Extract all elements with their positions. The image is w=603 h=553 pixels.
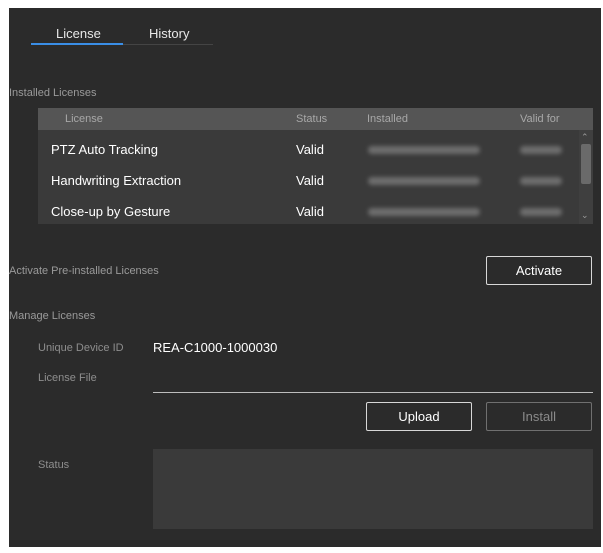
tab-divider bbox=[123, 44, 213, 45]
activate-section-title: Activate Pre-installed Licenses bbox=[9, 265, 159, 277]
activate-button[interactable]: Activate bbox=[486, 256, 592, 285]
column-header-installed: Installed bbox=[367, 113, 408, 125]
scroll-thumb[interactable] bbox=[581, 144, 591, 184]
license-name: Handwriting Extraction bbox=[51, 173, 182, 188]
table-row[interactable]: Handwriting Extraction Valid bbox=[38, 165, 579, 196]
table-scrollbar[interactable]: ⌃ ⌄ bbox=[579, 130, 593, 224]
device-id-value: REA-C1000-1000030 bbox=[153, 340, 278, 355]
status-output bbox=[153, 449, 593, 529]
license-panel: License History Installed Licenses Licen… bbox=[9, 8, 601, 547]
license-status: Valid bbox=[296, 204, 324, 219]
column-header-license: License bbox=[65, 113, 103, 125]
installed-licenses-title: Installed Licenses bbox=[9, 87, 97, 99]
status-label: Status bbox=[38, 459, 70, 471]
installed-date-redacted bbox=[368, 146, 480, 154]
installed-date-redacted bbox=[368, 177, 480, 185]
column-header-valid-for: Valid for bbox=[520, 113, 560, 125]
license-file-field[interactable] bbox=[153, 392, 593, 393]
install-button[interactable]: Install bbox=[486, 402, 592, 431]
installed-date-redacted bbox=[368, 208, 480, 216]
license-name: PTZ Auto Tracking bbox=[51, 142, 158, 157]
device-id-label: Unique Device ID bbox=[38, 342, 124, 354]
valid-for-redacted bbox=[520, 146, 562, 154]
valid-for-redacted bbox=[520, 177, 562, 185]
active-tab-indicator bbox=[31, 43, 123, 45]
license-file-label: License File bbox=[38, 372, 97, 384]
license-name: Close-up by Gesture bbox=[51, 204, 171, 219]
upload-button[interactable]: Upload bbox=[366, 402, 472, 431]
manage-licenses-title: Manage Licenses bbox=[9, 310, 96, 322]
license-status: Valid bbox=[296, 142, 324, 157]
table-header: License Status Installed Valid for bbox=[38, 108, 593, 130]
installed-licenses-table: License Status Installed Valid for PTZ A… bbox=[38, 108, 593, 224]
chevron-down-icon[interactable]: ⌄ bbox=[581, 210, 589, 221]
chevron-up-icon[interactable]: ⌃ bbox=[581, 132, 589, 143]
table-row[interactable]: Close-up by Gesture Valid bbox=[38, 196, 579, 224]
valid-for-redacted bbox=[520, 208, 562, 216]
tab-history[interactable]: History bbox=[149, 26, 189, 41]
column-header-status: Status bbox=[296, 113, 328, 125]
tab-license[interactable]: License bbox=[56, 26, 101, 41]
license-status: Valid bbox=[296, 173, 324, 188]
table-row[interactable]: PTZ Auto Tracking Valid bbox=[38, 134, 579, 165]
